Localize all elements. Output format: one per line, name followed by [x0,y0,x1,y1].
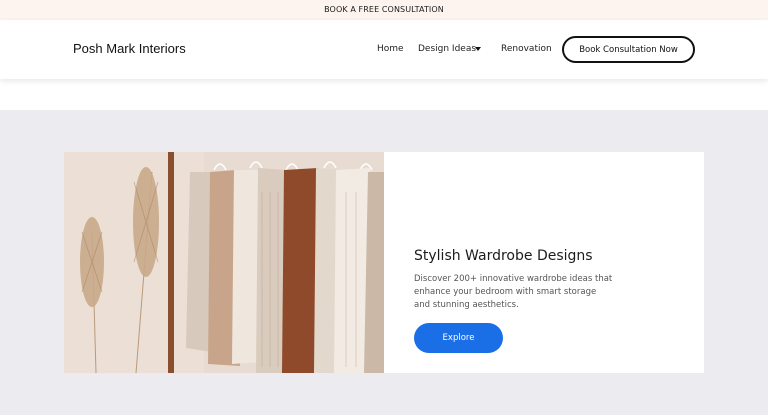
site-logo[interactable]: Posh Mark Interiors [73,41,186,56]
feature-title: Stylish Wardrobe Designs [414,248,593,264]
wardrobe-photo [64,152,384,373]
nav-home[interactable]: Home [377,44,404,54]
announcement-bar[interactable]: BOOK A FREE CONSULTATION [0,0,768,20]
nav-design-ideas[interactable]: Design Ideas [418,44,476,54]
feature-card: Stylish Wardrobe Designs Discover 200+ i… [64,152,704,373]
book-consultation-label: Book Consultation Now [579,44,678,55]
explore-label: Explore [442,333,475,343]
nav-renovation[interactable]: Renovation [501,44,552,54]
site-header: Posh Mark Interiors Home Design Ideas Re… [0,20,768,79]
feature-description: Discover 200+ innovative wardrobe ideas … [414,274,613,310]
explore-button[interactable]: Explore [414,323,503,353]
caret-down-icon[interactable] [473,44,483,54]
announcement-text[interactable]: BOOK A FREE CONSULTATION [324,5,444,14]
feature-content: Stylish Wardrobe Designs Discover 200+ i… [414,152,674,373]
book-consultation-button[interactable]: Book Consultation Now [562,36,695,63]
